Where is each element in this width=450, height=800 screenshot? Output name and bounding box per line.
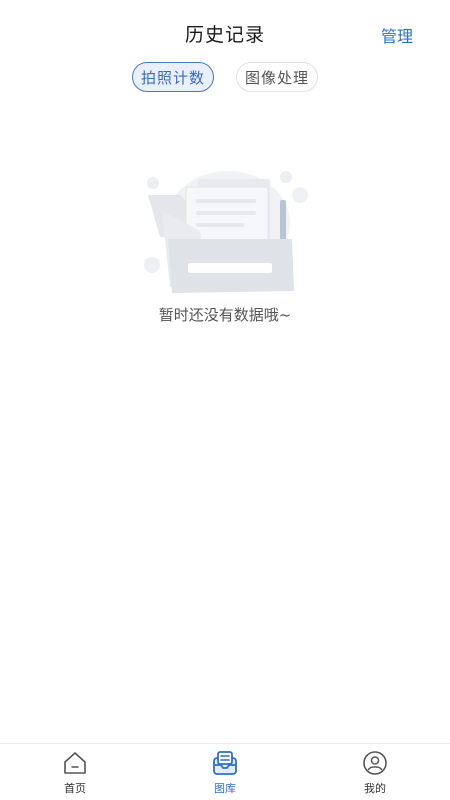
category-tabs: 拍照计数 图像处理 [0,62,450,94]
gallery-icon [213,751,237,775]
nav-item-home[interactable]: 首页 [45,750,105,798]
empty-message: 暂时还没有数据哦~ [158,306,292,324]
nav-label-mine: 我的 [364,782,386,795]
nav-item-mine[interactable]: 我的 [345,750,405,798]
nav-label-gallery: 图库 [214,782,236,795]
tab-image-processing[interactable]: 图像处理 [236,62,318,92]
bottom-nav: 首页 图库 我的 [0,743,450,800]
home-icon [64,752,86,774]
manage-button[interactable]: 管理 [381,23,413,47]
tab-photo-count[interactable]: 拍照计数 [132,62,214,92]
history-page: 历史记录 管理 拍照计数 图像处理 暂时还没有数据哦~ 首页 图库 我的 [0,0,450,800]
user-icon [363,751,387,775]
nav-item-gallery[interactable]: 图库 [195,750,255,798]
header: 历史记录 管理 [0,0,450,66]
empty-state: 暂时还没有数据哦~ [0,165,450,335]
empty-folder-illustration [144,171,308,293]
nav-label-home: 首页 [64,782,86,795]
